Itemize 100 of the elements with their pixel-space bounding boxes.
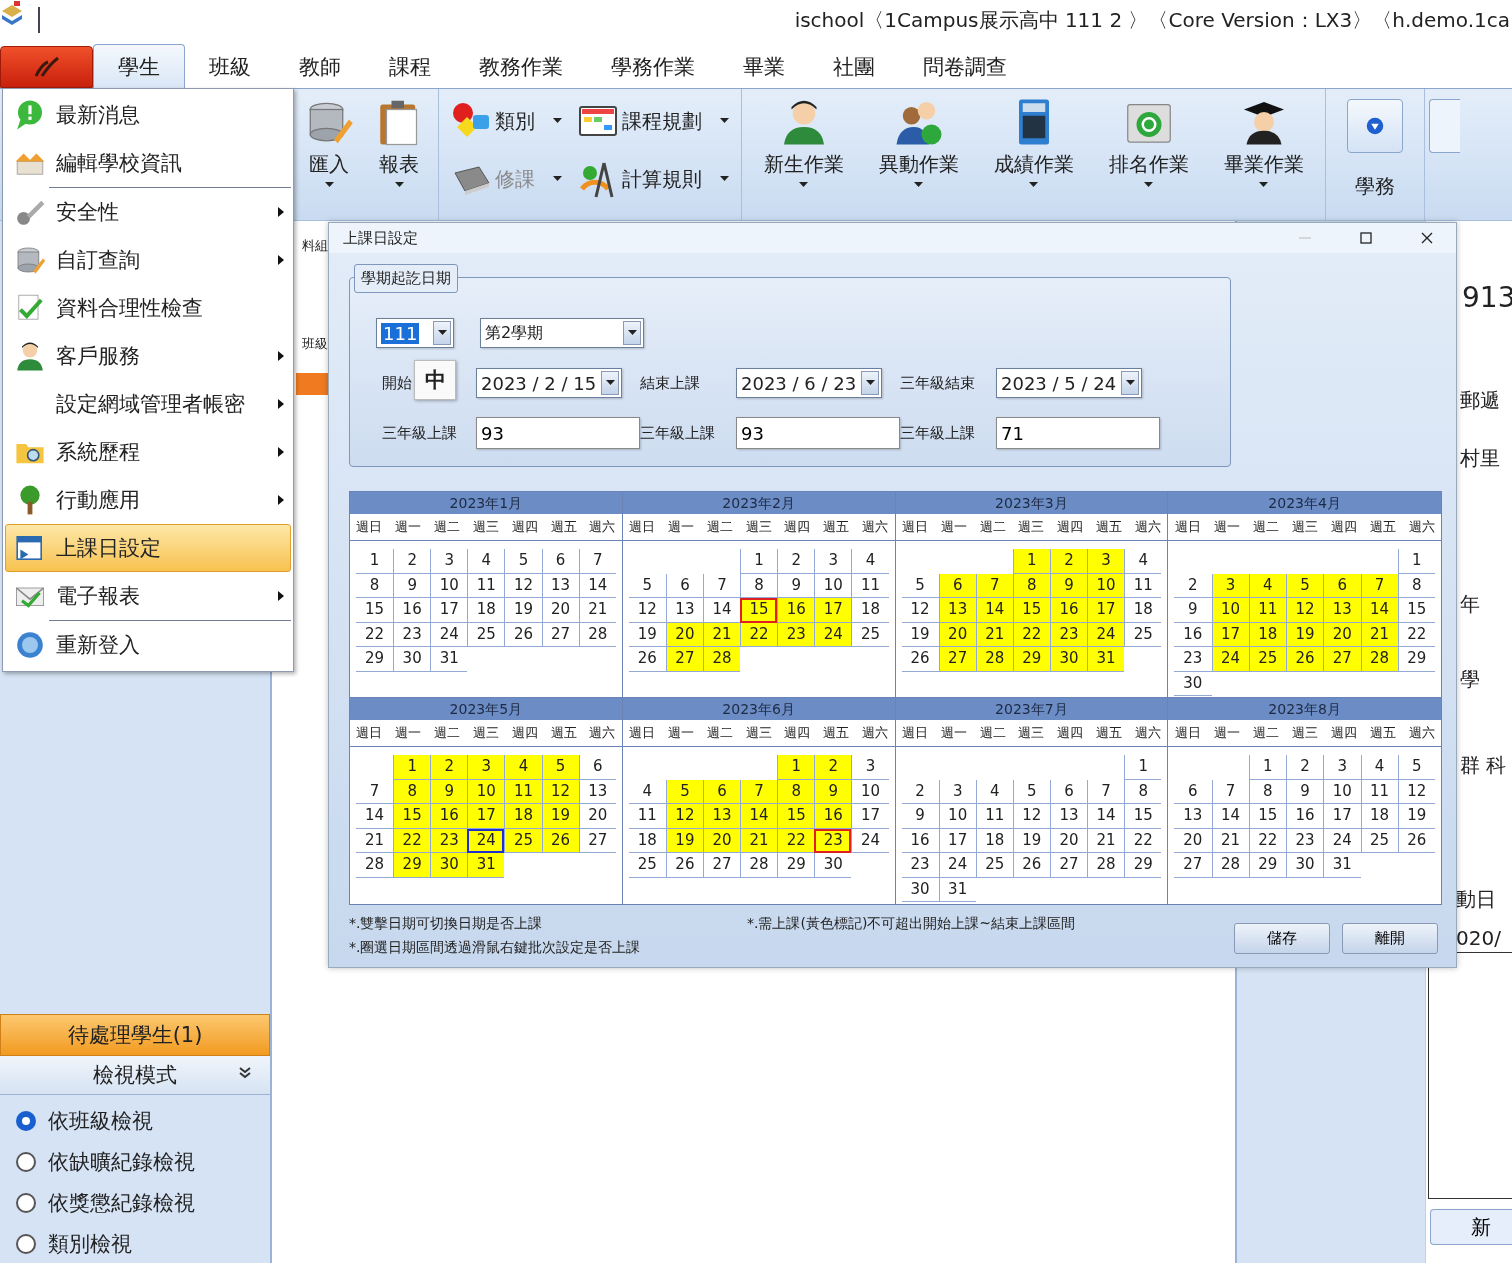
calendar-day[interactable]: 16 — [1049, 598, 1088, 623]
calendar-day[interactable]: 6 — [665, 573, 703, 598]
calendar-day[interactable]: 26 — [504, 622, 542, 647]
ribbon-button[interactable]: 成績作業 — [976, 89, 1091, 220]
calendar-day[interactable]: 12 — [1286, 598, 1324, 623]
calendar-day[interactable]: 2 — [1049, 549, 1088, 574]
calendar-day[interactable]: 13 — [1174, 804, 1212, 829]
calendar-day[interactable]: 30 — [1049, 647, 1088, 672]
calendar-day[interactable]: 22 — [356, 622, 394, 647]
calendar-day[interactable]: 10 — [851, 779, 889, 804]
calendar-day[interactable]: 24 — [430, 622, 468, 647]
calendar-day[interactable]: 24 — [1323, 828, 1361, 853]
calendar-day[interactable]: 16 — [393, 598, 431, 623]
calendar-day[interactable]: 3 — [851, 755, 889, 780]
calendar-day[interactable]: 6 — [938, 573, 976, 598]
calendar-day[interactable]: 9 — [393, 573, 431, 598]
calendar-day[interactable]: 29 — [393, 853, 431, 878]
radio-button[interactable] — [16, 1234, 36, 1254]
calendar-day[interactable]: 12 — [504, 573, 542, 598]
calendar-day[interactable]: 19 — [901, 622, 939, 647]
calendar-day[interactable]: 8 — [1248, 779, 1286, 804]
ribbon-tab[interactable]: 社團 — [809, 44, 899, 88]
calendar-day[interactable]: 7 — [1211, 779, 1249, 804]
calendar-day[interactable]: 20 — [1174, 828, 1212, 853]
calendar-day[interactable]: 6 — [1049, 779, 1088, 804]
date-picker[interactable]: 2023 / 6 / 23 — [736, 368, 882, 398]
calendar-day[interactable]: 20 — [578, 804, 616, 829]
calendar-day[interactable]: 26 — [628, 647, 666, 672]
calendar-day[interactable]: 2 — [393, 549, 431, 574]
calendar-day[interactable]: 28 — [975, 647, 1013, 672]
calendar-day[interactable]: 16 — [1174, 622, 1212, 647]
calendar-day[interactable]: 23 — [901, 853, 939, 878]
calendar-day[interactable]: 19 — [504, 598, 542, 623]
calendar-day[interactable]: 30 — [430, 853, 468, 878]
calendar-day[interactable]: 16 — [430, 804, 468, 829]
calendar-day[interactable]: 22 — [1397, 622, 1435, 647]
calendar-day[interactable]: 27 — [938, 647, 976, 672]
menu-item[interactable]: 系統歷程 — [5, 428, 291, 476]
menu-item[interactable]: 資料合理性檢查 — [5, 284, 291, 332]
calendar-day[interactable]: 4 — [1248, 573, 1286, 598]
calendar-day[interactable]: 3 — [814, 549, 852, 574]
calendar-day[interactable]: 31 — [430, 647, 468, 672]
calendar-day[interactable]: 5 — [541, 755, 579, 780]
calendar-day[interactable]: 2 — [777, 549, 815, 574]
calendar-day[interactable]: 25 — [1248, 647, 1286, 672]
calendar-day[interactable]: 7 — [1087, 779, 1125, 804]
calendar-day[interactable]: 13 — [702, 804, 741, 829]
calendar-day[interactable]: 14 — [975, 598, 1013, 623]
calendar-day[interactable]: 7 — [578, 549, 616, 574]
ribbon-tab[interactable]: 學生 — [93, 44, 185, 88]
menu-item[interactable]: 設定網域管理者帳密 — [5, 380, 291, 428]
calendar-day[interactable]: 29 — [777, 853, 815, 878]
calendar-day[interactable]: 2 — [901, 779, 939, 804]
input-field[interactable]: 93 — [476, 417, 640, 449]
calendar-day[interactable]: 19 — [1397, 804, 1435, 829]
calendar-day[interactable]: 20 — [1323, 622, 1361, 647]
radio-button[interactable] — [16, 1111, 36, 1131]
calendar-day[interactable]: 14 — [1087, 804, 1125, 829]
calendar-day[interactable]: 28 — [702, 647, 741, 672]
input-field[interactable]: 93 — [736, 417, 900, 449]
semester-select[interactable]: 第2學期 — [480, 318, 644, 348]
calendar-day[interactable]: 3 — [1087, 549, 1125, 574]
menu-item[interactable]: 客戶服務 — [5, 332, 291, 380]
calendar-day[interactable]: 13 — [938, 598, 976, 623]
calendar-day[interactable]: 17 — [1211, 622, 1249, 647]
calendar-day[interactable]: 27 — [541, 622, 579, 647]
calendar-day[interactable]: 23 — [430, 828, 468, 853]
calendar-day[interactable]: 10 — [1087, 573, 1125, 598]
calendar-day[interactable]: 15 — [777, 804, 815, 829]
calendar-day[interactable]: 15 — [1012, 598, 1050, 623]
calendar-day[interactable]: 12 — [901, 598, 939, 623]
calendar-day[interactable]: 2 — [1174, 573, 1212, 598]
calendar-day[interactable]: 14 — [578, 573, 616, 598]
calendar-day[interactable]: 30 — [814, 853, 852, 878]
calendar-day[interactable]: 21 — [1211, 828, 1249, 853]
menu-item[interactable]: 上課日設定 — [5, 524, 291, 572]
calendar-day[interactable]: 2 — [814, 755, 852, 780]
calendar-day[interactable]: 3 — [938, 779, 976, 804]
ribbon-tile[interactable] — [1429, 99, 1460, 153]
add-button[interactable]: 新 — [1430, 1209, 1512, 1245]
calendar-day[interactable]: 11 — [504, 779, 542, 804]
calendar-day[interactable]: 25 — [628, 853, 666, 878]
menu-item[interactable]: 最新消息 — [5, 91, 291, 139]
calendar-day[interactable]: 21 — [1087, 828, 1125, 853]
calendar-day[interactable]: 25 — [851, 622, 889, 647]
ribbon-tab[interactable]: 學務作業 — [587, 44, 719, 88]
calendar-day[interactable]: 28 — [1211, 853, 1249, 878]
calendar-day[interactable]: 16 — [777, 598, 815, 623]
calendar-day[interactable]: 12 — [628, 598, 666, 623]
calendar-day[interactable]: 31 — [1323, 853, 1361, 878]
calendar-day[interactable]: 10 — [938, 804, 976, 829]
calendar-day[interactable]: 5 — [1397, 755, 1435, 780]
calendar-day[interactable]: 27 — [665, 647, 703, 672]
calendar-day[interactable]: 30 — [1286, 853, 1324, 878]
calendar-day[interactable]: 6 — [1323, 573, 1361, 598]
calendar-day[interactable]: 26 — [1012, 853, 1050, 878]
calendar-day[interactable]: 1 — [777, 755, 815, 780]
calendar-day[interactable]: 20 — [938, 622, 976, 647]
input-field[interactable]: 71 — [996, 417, 1160, 449]
calendar-day[interactable]: 25 — [975, 853, 1013, 878]
